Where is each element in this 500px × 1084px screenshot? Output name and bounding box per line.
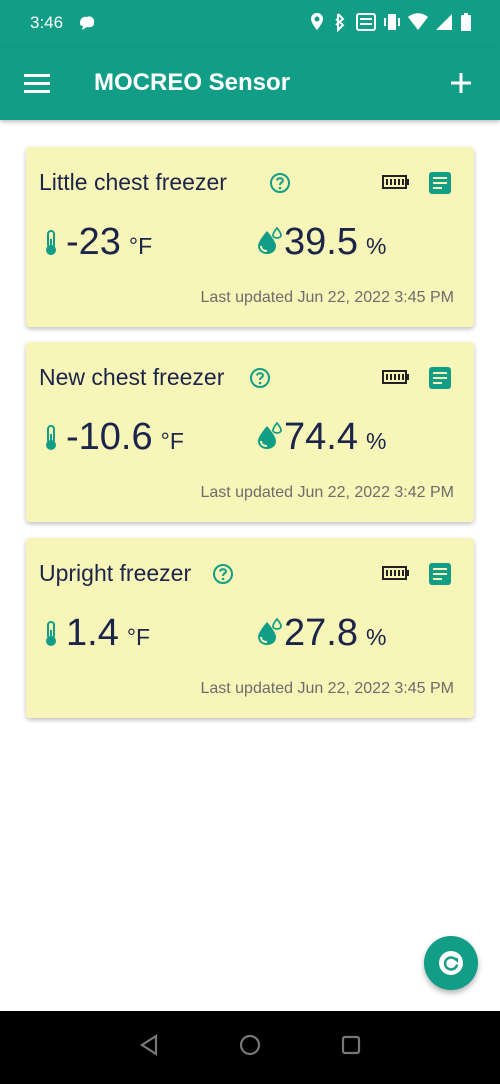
temperature-value: -23 °F [66,221,153,263]
refresh-icon [439,951,463,975]
temperature-unit: °F [160,428,184,454]
last-updated: Last updated Jun 22, 2022 3:42 PM [200,484,454,501]
last-updated: Last updated Jun 22, 2022 3:45 PM [200,289,454,306]
log-icon[interactable] [428,171,452,195]
menu-icon[interactable] [22,70,52,98]
status-bar: 3:46 [0,0,500,48]
wifi-icon [408,13,428,30]
home-icon[interactable] [238,1033,262,1057]
humidity-unit: % [365,428,387,454]
vibrate-icon [384,14,400,30]
sensor-name: Little chest freezer [39,169,227,195]
help-icon[interactable] [249,367,271,389]
humidity-unit: % [365,624,387,650]
last-updated: Last updated Jun 22, 2022 3:45 PM [200,680,454,697]
battery-icon [382,175,409,189]
help-icon[interactable] [212,563,234,585]
bluetooth-vibrate-icon [335,13,345,32]
humidity-drop-icon [258,618,282,645]
log-icon[interactable] [428,562,452,586]
humidity-value: 27.8% [284,612,387,654]
app-title: MOCREO Sensor [94,69,291,96]
location-icon [311,13,323,30]
thermometer-icon [46,230,56,255]
sensor-card[interactable]: Upright freezer 1.4 °F 27.8 % Last updat… [26,538,474,718]
humidity-value: 74.4% [284,416,387,458]
humidity-unit: % [365,233,387,259]
battery-status-icon [461,13,471,31]
humidity-value: 39.5% [284,221,387,263]
volte-icon [356,13,376,31]
sensor-card[interactable]: New chest freezer -10.6 °F 74.4 % Last u… [26,342,474,522]
system-nav-bar [0,1011,500,1084]
battery-icon [382,566,409,580]
status-icons [310,12,472,32]
help-icon[interactable] [269,172,291,194]
sensor-name: Upright freezer [39,560,192,586]
temperature-unit: °F [128,233,153,259]
temperature-value: -10.6 °F [66,416,184,458]
sensor-card[interactable]: Little chest freezer -23 °F 39.5 % Last … [26,147,474,327]
status-time: 3:46 [30,13,64,32]
humidity-drop-icon [258,227,282,254]
cloud-chat-icon [80,16,95,30]
temperature-value: 1.4 °F [66,612,151,654]
refresh-button[interactable] [424,936,478,990]
recents-icon[interactable] [340,1033,362,1057]
signal-icon [436,14,452,30]
humidity-drop-icon [258,422,282,449]
thermometer-icon [46,621,56,646]
battery-icon [382,370,409,384]
back-icon[interactable] [138,1033,160,1057]
temperature-unit: °F [126,624,151,650]
thermometer-icon [46,425,56,450]
app-bar: MOCREO Sensor [0,48,500,120]
add-icon[interactable] [446,68,476,98]
sensor-name: New chest freezer [39,364,225,390]
log-icon[interactable] [428,366,452,390]
